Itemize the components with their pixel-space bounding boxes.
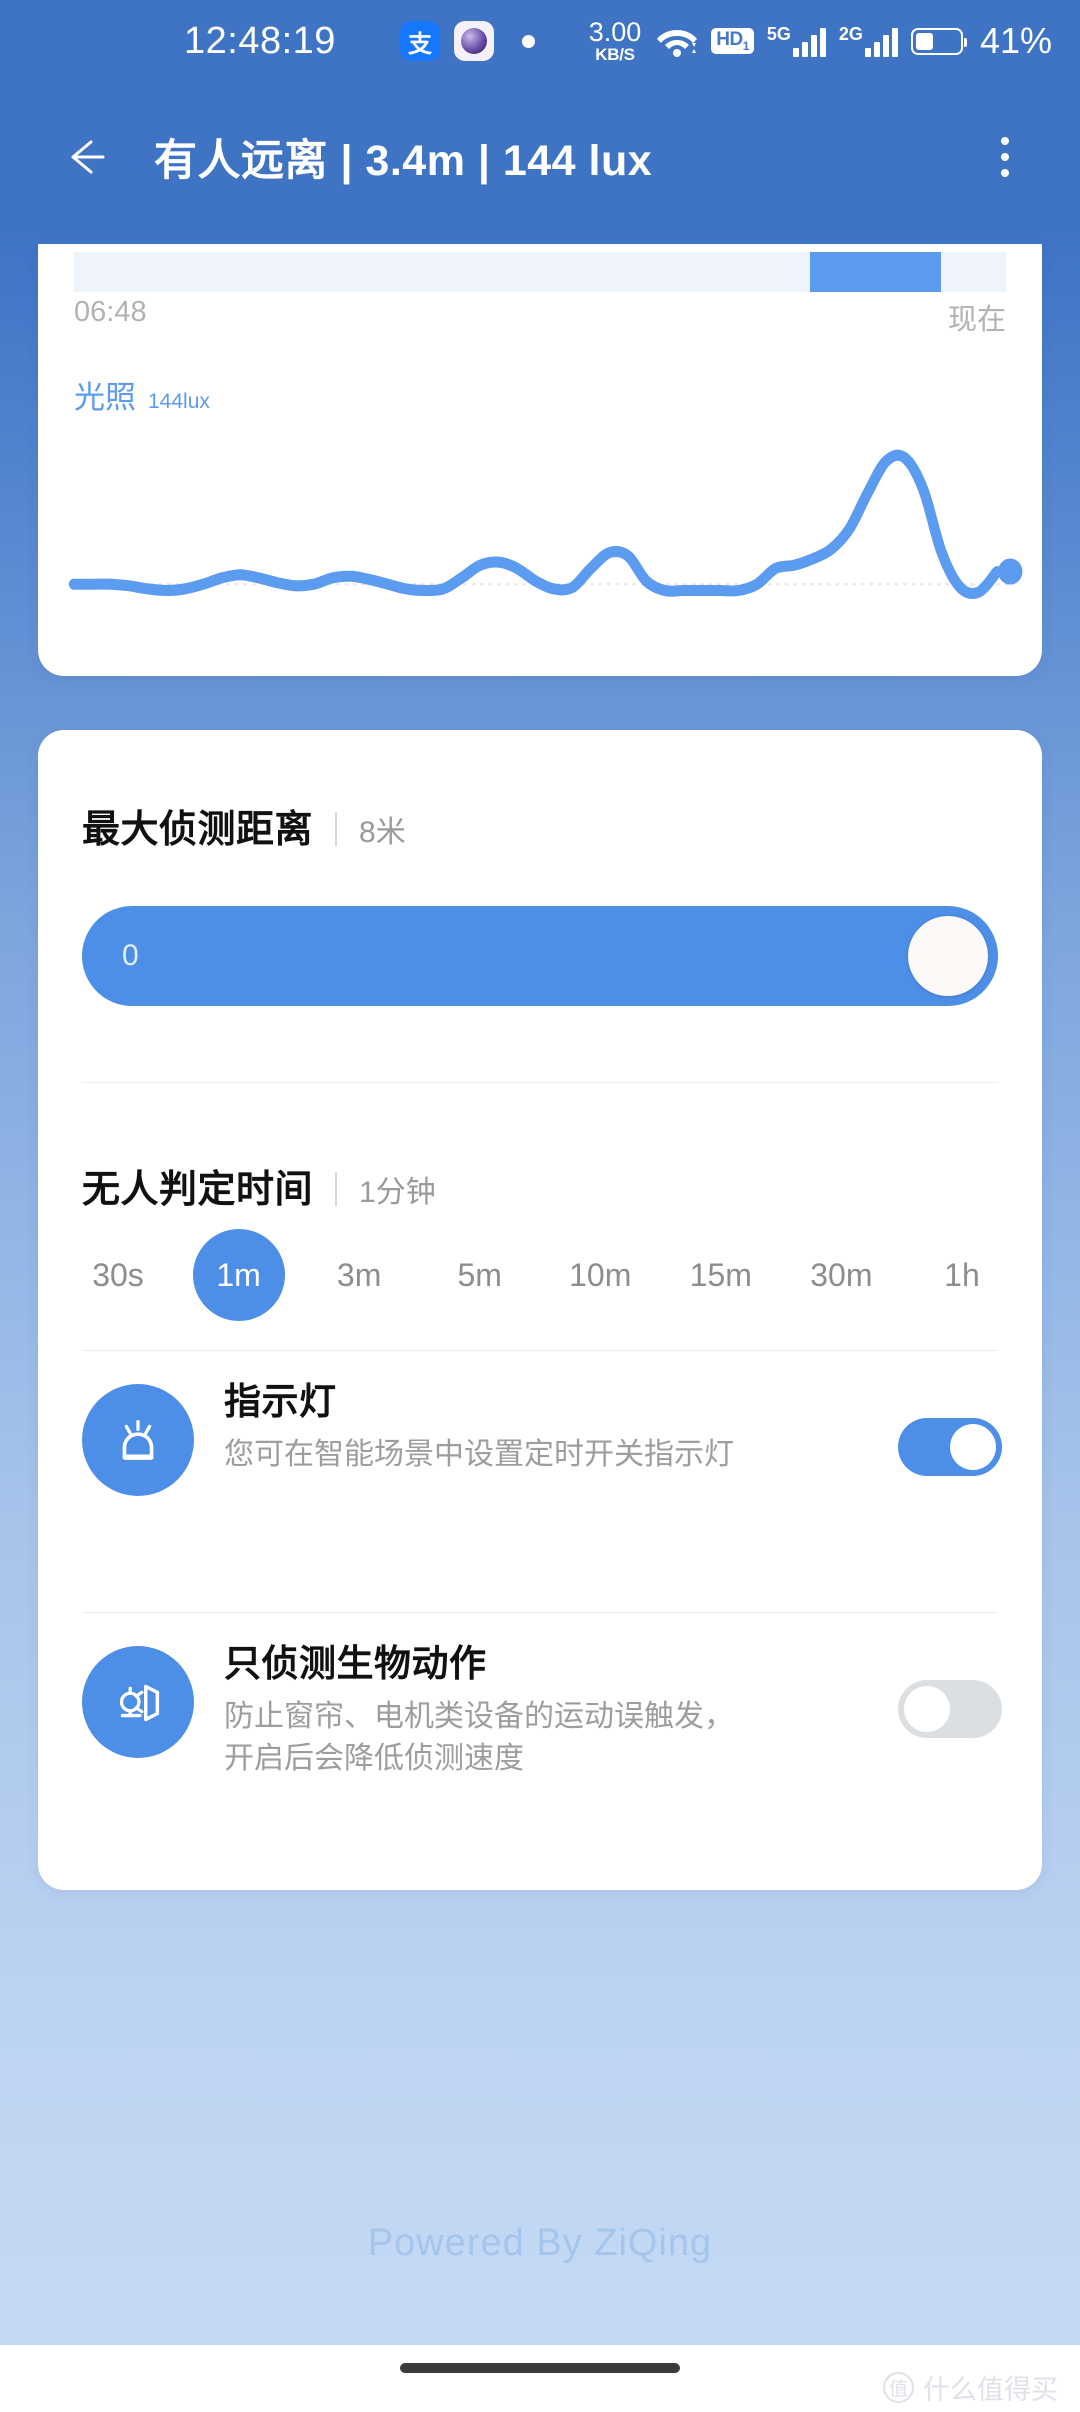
- absence-time-title: 无人判定时间: [82, 1169, 314, 1211]
- sim2-label: 2G: [838, 24, 863, 44]
- more-vertical-icon[interactable]: [974, 122, 1036, 192]
- timeline-start-label: 06:48: [74, 296, 147, 328]
- indicator-light-title: 指示灯: [224, 1381, 337, 1422]
- sim2-signal-icon: 2G: [839, 25, 898, 57]
- bio-motion-desc: 防止窗帘、电机类设备的运动误触发，开启后会降低侦测速度: [224, 1700, 734, 1775]
- volte-label: HD: [716, 29, 743, 51]
- network-speed-value: 3.00: [588, 17, 642, 47]
- legend-series-name: 光照: [74, 380, 136, 415]
- light-chart-card: 06:48 现在 光照 144lux 11:52 现在: [38, 244, 1042, 676]
- back-arrow-icon: [63, 134, 109, 180]
- watermark: 值 什么值得买: [883, 2368, 1058, 2407]
- timeline-axis-labels: 06:48 现在: [74, 296, 1006, 338]
- absence-time-header: 无人判定时间 1分钟: [38, 1158, 436, 1213]
- absence-time-option-1m[interactable]: 1m: [192, 1229, 285, 1321]
- divider-1: [82, 1082, 998, 1083]
- wifi-icon: [656, 24, 698, 58]
- status-system-icons: 3.00 KB/S HD1 5G 2G 41%: [588, 17, 1052, 64]
- watermark-logo: 值: [883, 2372, 914, 2403]
- battery-percent: 41%: [979, 20, 1052, 61]
- max-distance-value: 8米: [359, 816, 406, 849]
- volte-hd-icon: HD1: [711, 28, 754, 54]
- sim1-signal-icon: 5G: [767, 25, 826, 57]
- settings-card: 最大侦测距离 8米 0 无人判定时间 1分钟 30s 1m 3m 5m 10m 15m 30…: [38, 730, 1042, 1890]
- battery-icon: [910, 27, 967, 55]
- network-speed: 3.00 KB/S: [588, 17, 642, 64]
- motion-sensor-icon: [82, 1646, 194, 1758]
- siren-light-icon: [82, 1384, 194, 1496]
- bio-motion-row[interactable]: 只侦测生物动作 防止窗帘、电机类设备的运动误触发，开启后会降低侦测速度: [82, 1640, 1002, 1779]
- purple-orb-icon: [454, 21, 494, 61]
- toggle-knob: [904, 1686, 950, 1732]
- absence-time-option-10m[interactable]: 10m: [554, 1229, 646, 1321]
- header-separator: [335, 812, 338, 846]
- indicator-light-text: 指示灯 您可在智能场景中设置定时开关指示灯: [224, 1378, 888, 1476]
- absence-time-value: 1分钟: [359, 1176, 436, 1209]
- divider-2: [82, 1350, 998, 1351]
- timeline-end-label: 现在: [947, 304, 1006, 336]
- chart-legend: 光照 144lux: [74, 372, 210, 417]
- page-title: 有人远离 | 3.4m | 144 lux: [154, 137, 653, 185]
- sim1-bars: [792, 27, 826, 57]
- powered-by-label: Powered By ZiQing: [367, 2222, 713, 2264]
- slider-thumb[interactable]: [908, 916, 988, 996]
- slider-value-label: 0: [122, 939, 139, 972]
- legend-series-value: 144lux: [148, 390, 210, 413]
- status-bar: 12:48:19 支 3.00 KB/S HD1 5G 2G 41%: [0, 0, 1080, 82]
- absence-time-option-15m[interactable]: 15m: [675, 1229, 767, 1321]
- indicator-light-row[interactable]: 指示灯 您可在智能场景中设置定时开关指示灯: [82, 1378, 1002, 1496]
- home-gesture-pill[interactable]: [400, 2363, 680, 2373]
- back-button[interactable]: [38, 109, 134, 205]
- absence-time-option-30m[interactable]: 30m: [795, 1229, 887, 1321]
- max-distance-title: 最大侦测距离: [82, 809, 314, 851]
- bio-motion-title: 只侦测生物动作: [224, 1643, 487, 1684]
- status-notification-icons: 支: [400, 21, 535, 61]
- network-speed-unit: KB/S: [595, 45, 635, 64]
- absence-time-option-3m[interactable]: 3m: [313, 1229, 405, 1321]
- status-clock: 12:48:19: [184, 19, 336, 62]
- watermark-text: 什么值得买: [923, 2375, 1058, 2405]
- volte-sub-label: 1: [742, 38, 750, 53]
- timeline-active-segment: [810, 252, 941, 292]
- toggle-knob: [950, 1424, 996, 1470]
- alipay-icon: 支: [400, 21, 440, 61]
- sim2-bars: [864, 27, 898, 57]
- bio-motion-toggle[interactable]: [898, 1680, 1002, 1738]
- presence-timeline-bar[interactable]: [74, 252, 1006, 292]
- max-distance-header: 最大侦测距离 8米: [38, 798, 406, 853]
- white-dot-icon: [522, 34, 535, 48]
- title-bar: 有人远离 | 3.4m | 144 lux: [0, 82, 1080, 232]
- indicator-light-desc: 您可在智能场景中设置定时开关指示灯: [224, 1438, 734, 1472]
- absence-time-option-1h[interactable]: 1h: [916, 1229, 1008, 1321]
- absence-time-option-5m[interactable]: 5m: [434, 1229, 526, 1321]
- absence-time-options[interactable]: 30s 1m 3m 5m 10m 15m 30m 1h: [72, 1220, 1008, 1330]
- absence-time-option-30s[interactable]: 30s: [72, 1229, 164, 1321]
- indicator-light-toggle[interactable]: [898, 1418, 1002, 1476]
- bio-motion-text: 只侦测生物动作 防止窗帘、电机类设备的运动误触发，开启后会降低侦测速度: [224, 1640, 888, 1779]
- sim1-label: 5G: [766, 24, 791, 44]
- divider-3: [82, 1612, 998, 1613]
- header-separator: [335, 1172, 338, 1206]
- light-line-chart[interactable]: [68, 424, 1023, 624]
- max-distance-slider[interactable]: 0: [82, 906, 998, 1006]
